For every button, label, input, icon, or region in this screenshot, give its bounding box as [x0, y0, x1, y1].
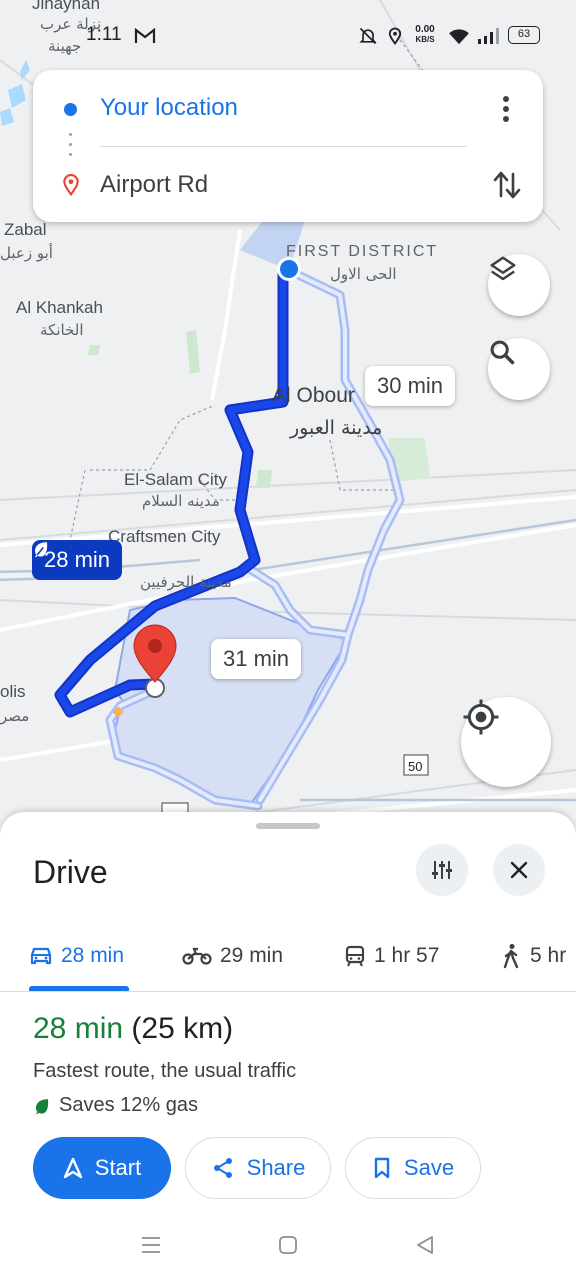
wifi-icon	[449, 29, 469, 45]
map-label-khankah-ar: الخانكة	[40, 321, 84, 339]
destination-pin-icon	[63, 174, 79, 196]
save-button-label: Save	[403, 1155, 455, 1180]
directions-sheet: Drive 28 min 29 min 1 hr 57 5 hr 28 min …	[0, 812, 576, 1280]
map-label-olis-ar: مصر	[0, 707, 30, 725]
back-nav-button[interactable]	[414, 1234, 436, 1256]
travel-mode-tabs: 28 min 29 min 1 hr 57 5 hr	[0, 922, 576, 992]
eco-leaf-icon	[36, 1098, 49, 1114]
start-button[interactable]: Start	[33, 1137, 171, 1199]
more-dot	[503, 116, 509, 122]
close-icon	[510, 861, 528, 879]
share-icon	[213, 1158, 232, 1178]
battery-indicator: 63	[508, 26, 540, 44]
destination-field[interactable]: Airport Rd	[100, 171, 208, 199]
route-summary: 28 min (25 km)	[33, 1012, 233, 1046]
route-time-chip-main[interactable]: 28 min	[32, 540, 123, 580]
origin-field[interactable]: Your location	[100, 94, 238, 122]
location-status-icon	[388, 27, 402, 46]
map-label-olis: olis	[0, 682, 26, 701]
gas-savings: Saves 12% gas	[33, 1094, 198, 1117]
tab-transit-label: 1 hr 57	[374, 944, 440, 967]
tab-transit[interactable]: 1 hr 57	[344, 922, 439, 990]
tab-walk[interactable]: 5 hr	[500, 922, 566, 990]
route-description: Fastest route, the usual traffic	[33, 1060, 297, 1082]
more-dot	[503, 106, 509, 112]
swap-directions-button[interactable]	[491, 168, 523, 202]
route-time-chip-alt-2[interactable]: 31 min	[211, 639, 302, 679]
route-time-main-label: 28 min	[44, 547, 111, 572]
gas-savings-text: Saves 12% gas	[59, 1094, 198, 1116]
my-location-icon	[463, 699, 499, 735]
gmail-icon	[134, 28, 156, 43]
summary-distance: (25 km)	[131, 1012, 234, 1045]
map-label-zabal-ar: أبو زعبل	[0, 244, 53, 262]
route-card: Your location Airport Rd	[33, 70, 543, 222]
road-shield-50: 50	[408, 759, 423, 774]
status-time: 1:11	[86, 24, 122, 45]
layers-icon	[490, 256, 516, 281]
connector-dot	[69, 153, 72, 156]
network-speed-unit: KB/S	[415, 35, 435, 44]
tab-drive-label: 28 min	[61, 944, 125, 967]
network-speed-value: 0.00	[415, 24, 435, 35]
share-button-label: Share	[246, 1155, 306, 1180]
home-nav-button[interactable]	[277, 1234, 299, 1256]
more-dot	[503, 96, 509, 102]
connector-dot	[69, 143, 72, 146]
save-button[interactable]: Save	[345, 1137, 481, 1199]
search-along-route-button[interactable]	[488, 338, 550, 400]
map-label-zabal: Zabal	[4, 220, 47, 239]
sheet-title: Drive	[33, 854, 108, 890]
transit-icon	[345, 945, 365, 967]
status-bar: 1:11 0.00 KB/S 63	[0, 22, 576, 52]
drag-handle[interactable]	[256, 823, 320, 829]
layers-button[interactable]	[488, 254, 550, 316]
card-divider	[100, 146, 467, 147]
tune-icon	[432, 861, 452, 879]
tabs-divider	[0, 991, 576, 992]
navigation-arrow-icon	[63, 1157, 82, 1179]
origin-dot-icon	[64, 103, 77, 116]
car-icon	[30, 947, 52, 965]
menu-nav-button[interactable]	[140, 1234, 162, 1256]
map-label-khankah: Al Khankah	[16, 298, 103, 317]
signal-icon	[478, 28, 499, 44]
map-label-obour: Al Obour	[272, 384, 355, 407]
share-button[interactable]: Share	[185, 1137, 331, 1199]
map-label-jinayhan: Jinayhan	[32, 0, 101, 13]
start-button-label: Start	[94, 1155, 142, 1180]
tab-walk-label: 5 hr	[530, 944, 567, 967]
map-label-craftsmen: Craftsmen City	[108, 527, 221, 546]
route-options-button[interactable]	[416, 844, 468, 896]
map-label-craftsmen-ar: مدينة الحرفيين	[140, 573, 232, 591]
more-options-button[interactable]	[493, 92, 519, 126]
network-speed: 0.00 KB/S	[410, 25, 440, 45]
walk-icon	[503, 944, 519, 969]
map-label-salam-ar: مدينه السلام	[142, 492, 220, 510]
recenter-button[interactable]	[461, 697, 551, 787]
route-time-chip-alt-1[interactable]: 30 min	[365, 366, 456, 406]
connector-dot	[69, 133, 72, 136]
tab-motorcycle[interactable]: 29 min	[182, 922, 283, 990]
map-label-first-district: FIRST DISTRICT	[286, 243, 439, 260]
motorcycle-icon	[182, 947, 212, 965]
map-label-first-district-ar: الحى الاول	[330, 265, 397, 283]
eco-leaf-icon	[35, 542, 48, 558]
summary-duration: 28 min	[33, 1012, 124, 1045]
map-label-salam: El-Salam City	[124, 470, 227, 489]
tab-motorcycle-label: 29 min	[220, 944, 284, 967]
map-label-obour-ar: مدينة العبور	[290, 417, 383, 439]
mute-icon	[359, 27, 377, 45]
tab-drive[interactable]: 28 min	[29, 922, 124, 990]
close-button[interactable]	[493, 844, 545, 896]
bookmark-icon	[374, 1157, 390, 1179]
search-icon	[490, 340, 515, 365]
system-nav-bar	[0, 1212, 576, 1280]
